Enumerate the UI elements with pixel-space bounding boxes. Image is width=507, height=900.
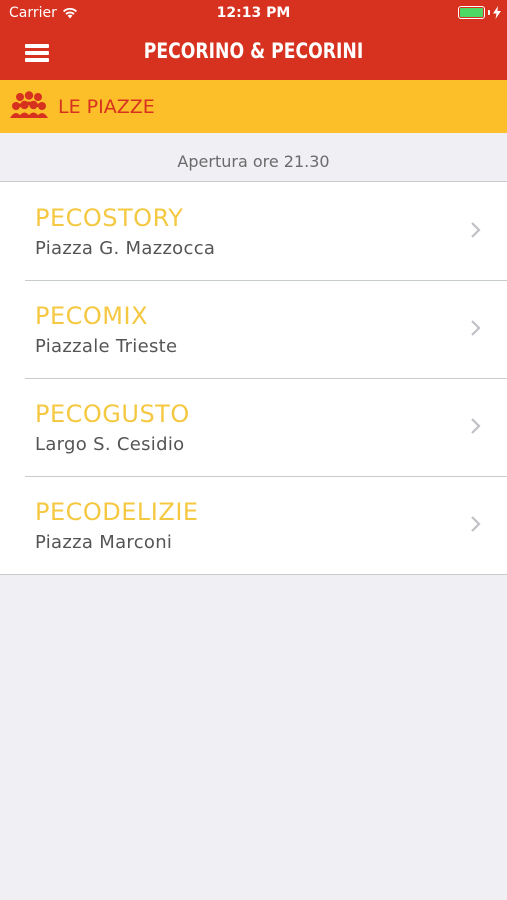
- item-title: PECOSTORY: [35, 204, 184, 232]
- battery-tip: [488, 10, 490, 15]
- charging-bolt-icon: [493, 6, 501, 19]
- item-subtitle: Piazzale Trieste: [35, 336, 178, 357]
- nav-bar: PECORINO & PECORINI: [0, 28, 507, 80]
- status-time: 12:13 PM: [216, 5, 291, 21]
- item-subtitle: Piazza Marconi: [35, 532, 173, 553]
- list-item-pecogusto[interactable]: PECOGUSTO Largo S. Cesidio: [0, 378, 507, 476]
- item-title: PECOGUSTO: [35, 400, 190, 428]
- item-title: PECOMIX: [35, 302, 149, 330]
- app-screen: Carrier 12:13 PM PECORINO & PECORINI LE …: [0, 0, 507, 900]
- chevron-right-icon: [471, 222, 481, 238]
- status-bar: Carrier 12:13 PM: [0, 0, 507, 28]
- list-item-pecomix[interactable]: PECOMIX Piazzale Trieste: [0, 280, 507, 378]
- battery-fill: [460, 8, 483, 17]
- section-header: LE PIAZZE: [0, 80, 507, 133]
- list-item-pecodelizie[interactable]: PECODELIZIE Piazza Marconi: [0, 476, 507, 574]
- chevron-right-icon: [471, 320, 481, 336]
- status-right: [458, 6, 501, 19]
- chevron-right-icon: [471, 418, 481, 434]
- people-group-icon: [10, 91, 48, 118]
- nav-title: PECORINO & PECORINI: [143, 39, 364, 63]
- battery-icon: [458, 6, 485, 19]
- opening-time-label: Apertura ore 21.30: [0, 133, 507, 182]
- item-title: PECODELIZIE: [35, 498, 199, 526]
- item-subtitle: Piazza G. Mazzocca: [35, 238, 216, 259]
- list-item-pecostory[interactable]: PECOSTORY Piazza G. Mazzocca: [0, 182, 507, 280]
- item-subtitle: Largo S. Cesidio: [35, 434, 185, 455]
- chevron-right-icon: [471, 516, 481, 532]
- places-list: PECOSTORY Piazza G. Mazzocca PECOMIX Pia…: [0, 182, 507, 575]
- section-title: LE PIAZZE: [58, 96, 155, 118]
